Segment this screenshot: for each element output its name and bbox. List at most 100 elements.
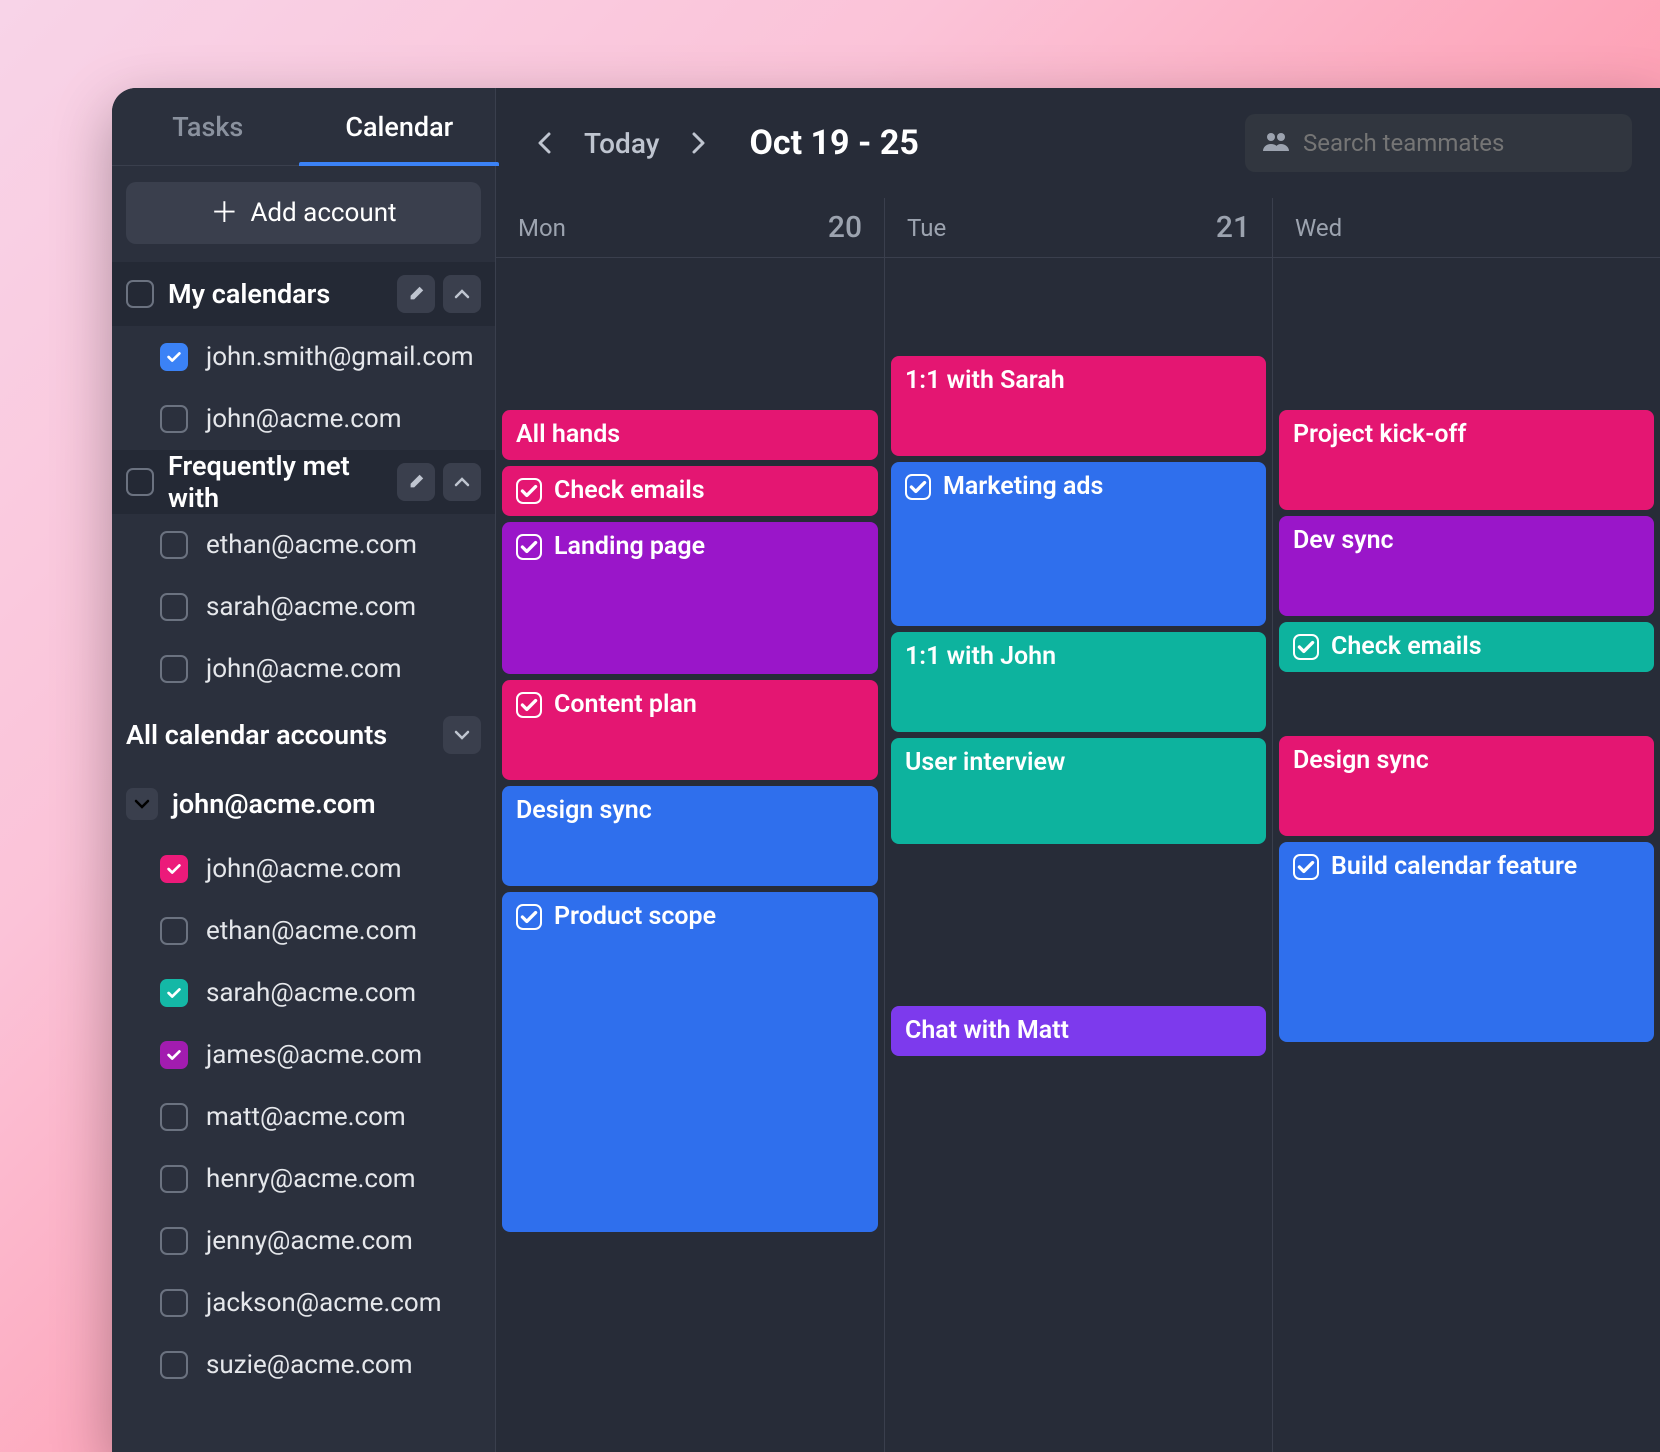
calendar-event[interactable]: Content plan (502, 680, 878, 780)
calendar-event[interactable]: Chat with Matt (891, 1006, 1266, 1056)
calendar-event[interactable]: Check emails (1279, 622, 1654, 672)
calendar-item[interactable]: john.smith@gmail.com (112, 326, 495, 388)
calendar-item[interactable]: john@acme.com (112, 388, 495, 450)
checkbox[interactable] (160, 531, 188, 559)
plus-icon: ＋ (210, 199, 238, 227)
calendar-event[interactable]: 1:1 with John (891, 632, 1266, 732)
section-header-frequently-met[interactable]: Frequently met with (112, 450, 495, 514)
day-name: Wed (1295, 214, 1342, 242)
checkbox[interactable] (160, 405, 188, 433)
topbar: Today Oct 19 - 25 (496, 88, 1660, 198)
person-item[interactable]: john@acme.com (112, 638, 495, 700)
event-checkbox[interactable] (1293, 854, 1319, 880)
checkbox[interactable] (160, 855, 188, 883)
calendar-event[interactable]: All hands (502, 410, 878, 460)
search-input[interactable] (1303, 129, 1614, 157)
event-title: User interview (905, 748, 1065, 777)
person-item[interactable]: sarah@acme.com (112, 576, 495, 638)
all-accounts-label: All calendar accounts (126, 719, 429, 751)
checkbox[interactable] (160, 655, 188, 683)
account-calendar-item[interactable]: suzie@acme.com (112, 1334, 495, 1396)
calendar-event[interactable]: User interview (891, 738, 1266, 844)
account-header[interactable]: john@acme.com (112, 770, 495, 838)
calendar-event[interactable]: Project kick-off (1279, 410, 1654, 510)
account-calendar-item[interactable]: jackson@acme.com (112, 1272, 495, 1334)
person-item[interactable]: ethan@acme.com (112, 514, 495, 576)
calendar-event[interactable]: Dev sync (1279, 516, 1654, 616)
calendar-item-label: john@acme.com (206, 404, 402, 434)
time-gap (891, 264, 1266, 350)
account-calendar-label: john@acme.com (206, 854, 402, 884)
event-title: Check emails (1331, 632, 1482, 661)
account-calendar-label: suzie@acme.com (206, 1350, 413, 1380)
prev-week-button[interactable] (524, 123, 564, 163)
event-checkbox[interactable] (1293, 634, 1319, 660)
checkbox[interactable] (160, 593, 188, 621)
checkbox[interactable] (126, 280, 154, 308)
today-button[interactable]: Today (584, 127, 659, 160)
tab-tasks[interactable]: Tasks (112, 88, 304, 165)
calendar-event[interactable]: Product scope (502, 892, 878, 1232)
account-calendar-item[interactable]: jenny@acme.com (112, 1210, 495, 1272)
account-label: john@acme.com (172, 788, 376, 820)
edit-icon[interactable] (397, 463, 435, 501)
next-week-button[interactable] (679, 123, 719, 163)
all-accounts-header[interactable]: All calendar accounts (112, 700, 495, 770)
checkbox[interactable] (160, 1103, 188, 1131)
people-icon (1263, 131, 1289, 155)
chevron-down-icon[interactable] (126, 788, 158, 820)
day-header: Mon20 (496, 198, 884, 258)
checkbox[interactable] (160, 1041, 188, 1069)
account-calendar-label: henry@acme.com (206, 1164, 416, 1194)
calendar-event[interactable]: Build calendar feature (1279, 842, 1654, 1042)
checkbox[interactable] (160, 1227, 188, 1255)
collapse-icon[interactable] (443, 275, 481, 313)
events-container: 1:1 with SarahMarketing ads1:1 with John… (885, 258, 1272, 1452)
collapse-icon[interactable] (443, 716, 481, 754)
event-checkbox[interactable] (516, 534, 542, 560)
event-checkbox[interactable] (516, 904, 542, 930)
checkbox[interactable] (126, 468, 154, 496)
edit-icon[interactable] (397, 275, 435, 313)
event-checkbox[interactable] (516, 478, 542, 504)
day-header: Wed (1273, 198, 1660, 258)
day-number: 21 (1216, 210, 1250, 245)
day-column: Mon20 All hands Check emails Landing page Co… (496, 198, 884, 1452)
account-calendar-item[interactable]: ethan@acme.com (112, 900, 495, 962)
calendar-event[interactable]: Design sync (502, 786, 878, 886)
account-calendar-item[interactable]: matt@acme.com (112, 1086, 495, 1148)
checkbox[interactable] (160, 1289, 188, 1317)
calendar-event[interactable]: Check emails (502, 466, 878, 516)
calendar-event[interactable]: Landing page (502, 522, 878, 674)
sidebar-sections: My calendars john.smith@gmail.com john@ac… (112, 262, 495, 1452)
time-gap (891, 850, 1266, 1000)
person-item-label: sarah@acme.com (206, 592, 416, 622)
checkbox[interactable] (160, 1351, 188, 1379)
day-name: Tue (907, 214, 946, 242)
section-header-my-calendars[interactable]: My calendars (112, 262, 495, 326)
tab-calendar[interactable]: Calendar (304, 88, 496, 165)
event-title: Landing page (554, 532, 705, 561)
checkbox[interactable] (160, 979, 188, 1007)
account-calendar-item[interactable]: james@acme.com (112, 1024, 495, 1086)
account-calendar-item[interactable]: henry@acme.com (112, 1148, 495, 1210)
event-checkbox[interactable] (516, 692, 542, 718)
event-title: Check emails (554, 476, 705, 505)
calendar-event[interactable]: 1:1 with Sarah (891, 356, 1266, 456)
calendar-event[interactable]: Marketing ads (891, 462, 1266, 626)
account-calendar-label: james@acme.com (206, 1040, 422, 1070)
search-field[interactable] (1245, 114, 1632, 172)
app-window: Tasks Calendar ＋ Add account My calendar… (112, 88, 1660, 1452)
add-account-button[interactable]: ＋ Add account (126, 182, 481, 244)
event-checkbox[interactable] (905, 474, 931, 500)
collapse-icon[interactable] (443, 463, 481, 501)
checkbox[interactable] (160, 343, 188, 371)
account-calendar-label: matt@acme.com (206, 1102, 406, 1132)
day-column: Tue 21 1:1 with SarahMarketing ads1:1 with… (884, 198, 1272, 1452)
checkbox[interactable] (160, 917, 188, 945)
account-calendar-item[interactable]: sarah@acme.com (112, 962, 495, 1024)
account-calendar-item[interactable]: john@acme.com (112, 838, 495, 900)
calendar-event[interactable]: Design sync (1279, 736, 1654, 836)
event-title: Product scope (554, 902, 716, 931)
checkbox[interactable] (160, 1165, 188, 1193)
